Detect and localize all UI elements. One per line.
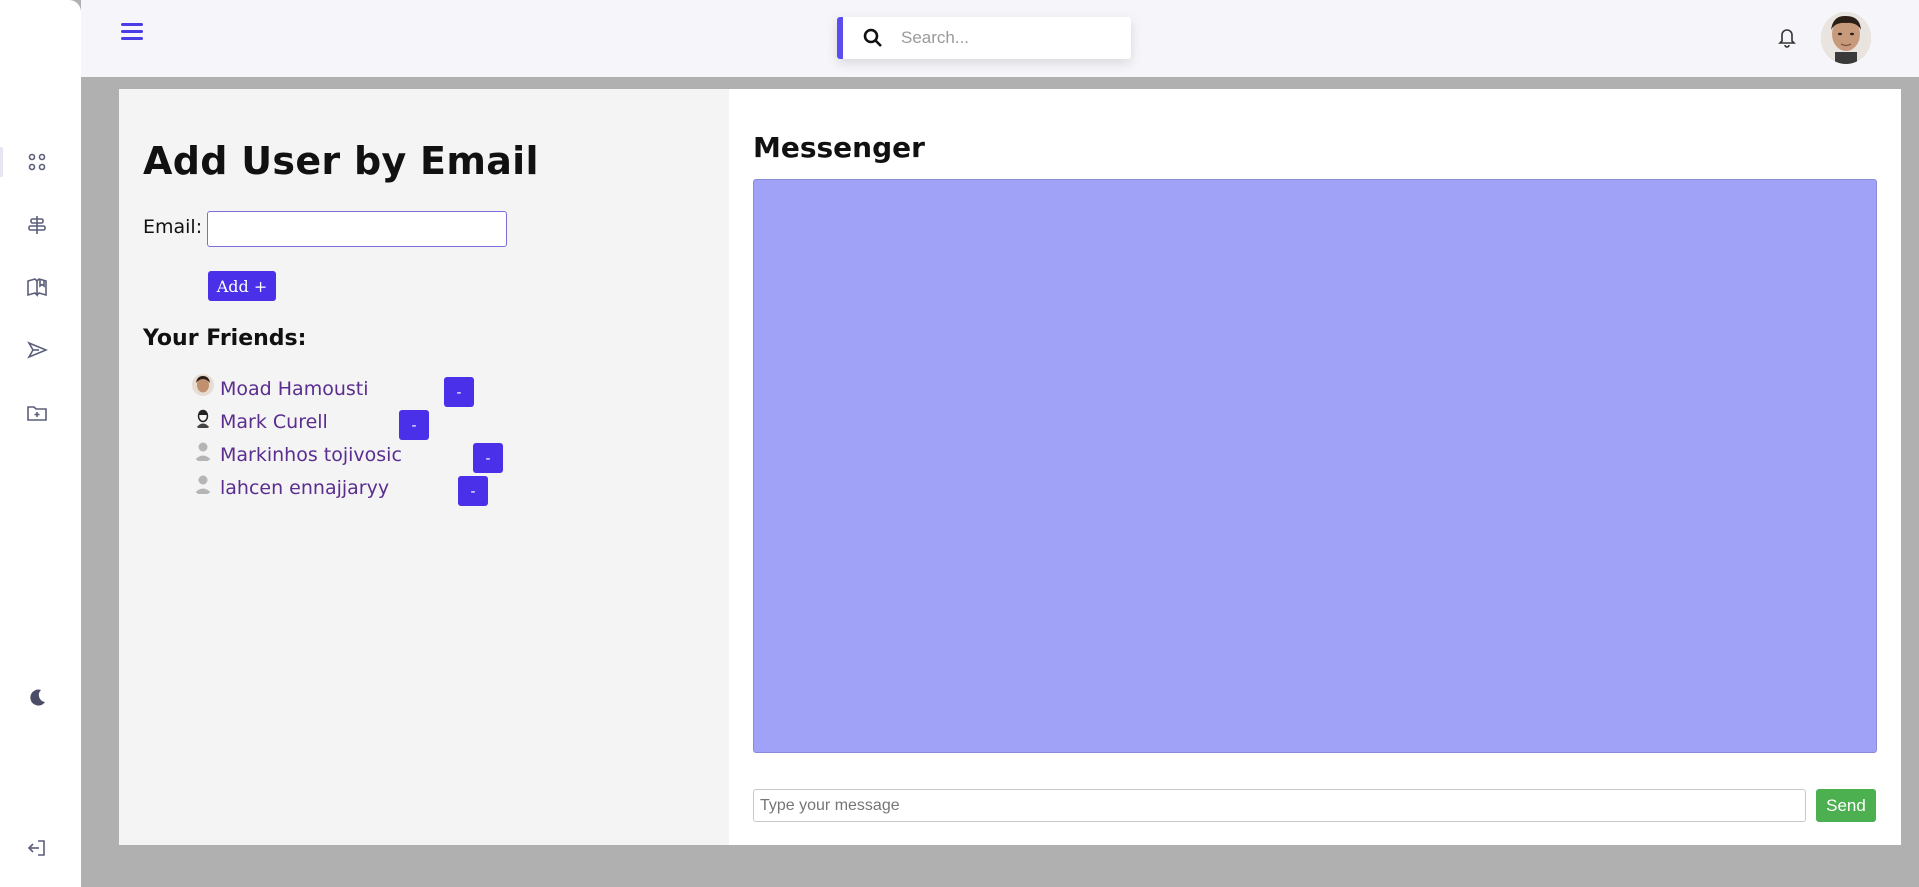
messenger-panel: Messenger Send [729,89,1901,845]
friend-item: Moad Hamousti [192,374,369,402]
logout-icon[interactable] [26,837,48,859]
user-avatar[interactable] [1821,12,1871,64]
send-icon[interactable] [26,339,48,361]
align-icon[interactable] [26,214,48,236]
moon-icon[interactable] [26,687,48,709]
friend-avatar [192,374,214,396]
menu-icon[interactable] [121,23,147,45]
email-label: Email: [143,216,203,238]
search-box [837,17,1131,59]
book-icon[interactable] [26,276,48,298]
bell-icon[interactable] [1777,26,1797,48]
add-user-panel: Add User by Email Email: Add + Your Frie… [119,89,729,845]
main-content: Add User by Email Email: Add + Your Frie… [119,89,1901,845]
sidebar [0,0,81,887]
remove-friend-button[interactable]: - [399,410,429,440]
search-input[interactable] [901,28,1101,48]
sidebar-active-indicator [0,147,3,177]
add-user-title: Add User by Email [143,139,539,183]
remove-friend-button[interactable]: - [444,377,474,407]
message-input[interactable] [753,789,1806,822]
friend-item: Markinhos tojivosic [192,442,402,468]
folder-plus-icon[interactable] [26,402,48,424]
friend-name-link[interactable]: Moad Hamousti [220,378,369,400]
friend-name-link[interactable]: Mark Curell [220,411,328,433]
friends-title: Your Friends: [143,326,307,351]
search-icon[interactable] [861,26,885,50]
apps-icon[interactable] [26,151,48,173]
remove-friend-button[interactable]: - [458,476,488,506]
friend-name-link[interactable]: lahcen ennajjaryy [220,477,389,499]
friend-name-link[interactable]: Markinhos tojivosic [220,444,402,466]
send-button[interactable]: Send [1816,789,1876,822]
friend-item: lahcen ennajjaryy [192,475,389,501]
remove-friend-button[interactable]: - [473,443,503,473]
top-header [81,0,1919,77]
email-field[interactable] [207,211,507,247]
chat-messages-area[interactable] [753,179,1877,753]
friend-avatar [192,407,214,429]
messenger-title: Messenger [753,131,925,164]
add-user-button[interactable]: Add + [208,271,276,301]
default-user-icon [192,440,214,462]
default-user-icon [192,473,214,495]
friend-item: Mark Curell [192,407,328,435]
